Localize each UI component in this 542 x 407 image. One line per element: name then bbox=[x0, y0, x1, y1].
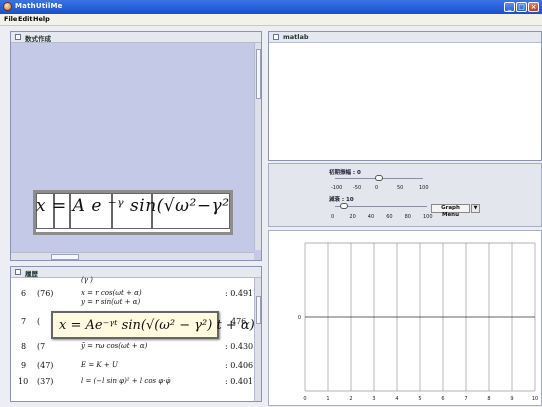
scroll-thumb[interactable] bbox=[51, 254, 79, 260]
x-tick-label: 10 bbox=[532, 396, 538, 402]
slider1-label: 初期振幅 : 0 bbox=[329, 170, 361, 176]
history-number: 7 bbox=[21, 317, 27, 326]
app-icon bbox=[3, 2, 12, 11]
history-number: 10 bbox=[18, 377, 29, 386]
history-vscroll[interactable] bbox=[254, 278, 261, 401]
history-panel: 履歴 (γ ) 6 (76) x = r cos(ωt + α) : 0.491… bbox=[10, 266, 262, 402]
history-row[interactable]: 10 (37) l = (−l sin φ)² + l cos φ·φ̇ : 0… bbox=[11, 372, 254, 391]
x-tick-label: 4 bbox=[395, 396, 398, 402]
history-expr: E = K + U bbox=[81, 361, 118, 369]
slider-tick-label: 20 bbox=[349, 214, 356, 220]
history-ref: (47) bbox=[37, 361, 54, 370]
formula-box[interactable]: x = A e ⁻ᵞ sin(√ω²−γ² t + α) bbox=[33, 190, 233, 235]
window-title: MathUtilMe bbox=[15, 2, 63, 10]
panel-checkbox[interactable] bbox=[273, 34, 279, 40]
slider2-track[interactable] bbox=[335, 206, 427, 207]
slider-tick-label: 50 bbox=[397, 185, 404, 191]
history-expr: (γ ) bbox=[81, 276, 93, 284]
minimize-button[interactable]: _ bbox=[504, 2, 515, 12]
history-row[interactable]: 8 (7 ỹ = rω cos(ωt + α) : 0.430 bbox=[11, 337, 254, 356]
formula-editor-panel: 数式作成 x = A e ⁻ᵞ sin(√ω²−γ² t + α) bbox=[10, 31, 262, 261]
slider-tick-label: 0 bbox=[331, 214, 335, 220]
slider-tick-label: 40 bbox=[367, 214, 375, 220]
graph-menu-button[interactable]: Graph Menu bbox=[431, 204, 470, 218]
history-value: : 0.401 bbox=[225, 377, 254, 386]
history-value: : 0.430 bbox=[225, 342, 254, 351]
graph-plot: 0 1 2 3 4 5 6 7 8 9 10 0 bbox=[298, 242, 538, 402]
formula-tooltip: x = Ae⁻ᵞᵗ sin(√(ω² − γ²) t + α) bbox=[51, 311, 255, 339]
history-value: : 0.406 bbox=[225, 361, 254, 370]
menu-bar: File Edit Help bbox=[0, 14, 542, 26]
x-tick-label: 8 bbox=[487, 396, 490, 402]
panel-checkbox[interactable] bbox=[15, 269, 21, 275]
history-expr: l = (−l sin φ)² + l cos φ·φ̇ bbox=[81, 377, 171, 385]
slider-tick-label: 100 bbox=[419, 185, 429, 191]
slider-tick-label: 0 bbox=[375, 185, 379, 191]
matlab-panel: matlab bbox=[268, 31, 542, 161]
close-button[interactable]: × bbox=[528, 2, 539, 12]
menu-file[interactable]: File bbox=[4, 15, 17, 23]
formula-editor-hscroll[interactable] bbox=[11, 252, 254, 260]
x-tick-label: 9 bbox=[510, 396, 513, 402]
slider-tick-label: 60 bbox=[386, 214, 393, 220]
slider1-thumb[interactable] bbox=[375, 175, 383, 181]
control-panel: 初期振幅 : 0 減衰 : 10 Graph Menu ▼ -100 -50 0 50… bbox=[268, 163, 542, 227]
formula-editor-title: 数式作成 bbox=[25, 35, 51, 43]
chevron-down-icon[interactable]: ▼ bbox=[471, 204, 480, 213]
x-tick-label: 3 bbox=[372, 396, 375, 402]
tooltip-formula: x = Ae⁻ᵞᵗ sin(√(ω² − γ²) t + α) bbox=[59, 318, 255, 333]
slider-tick-label: 100 bbox=[423, 214, 433, 220]
x-tick-label: 2 bbox=[349, 396, 352, 402]
panel-checkbox[interactable] bbox=[15, 34, 21, 40]
slider2-thumb[interactable] bbox=[340, 203, 349, 209]
slider2-label: 減衰 : 10 bbox=[329, 197, 354, 203]
slider-tick-label: 80 bbox=[404, 214, 411, 220]
formula-editor-vscroll[interactable] bbox=[254, 43, 261, 250]
scroll-thumb[interactable] bbox=[256, 49, 261, 99]
history-number: 8 bbox=[21, 342, 27, 351]
graph-panel: 0 1 2 3 4 5 6 7 8 9 10 0 bbox=[268, 230, 542, 406]
slider-tick-label: -50 bbox=[353, 185, 362, 191]
x-tick-label: 1 bbox=[326, 396, 329, 402]
x-tick-label: 0 bbox=[303, 396, 306, 402]
history-number: 9 bbox=[21, 361, 27, 370]
history-row[interactable]: y = r sin(ωt + α) bbox=[11, 296, 254, 308]
title-bar: MathUtilMe _ □ × bbox=[0, 0, 542, 14]
formula-editor-header: 数式作成 bbox=[11, 32, 261, 43]
menu-edit[interactable]: Edit bbox=[18, 15, 32, 23]
slider-tick-label: -100 bbox=[331, 185, 343, 191]
history-expr: y = r sin(ωt + α) bbox=[81, 298, 141, 306]
matlab-header: matlab bbox=[269, 32, 541, 43]
formula-text: x = A e ⁻ᵞ sin(√ω²−γ² t + α) bbox=[36, 196, 230, 216]
x-tick-label: 5 bbox=[418, 396, 421, 402]
menu-help[interactable]: Help bbox=[33, 15, 50, 23]
maximize-button[interactable]: □ bbox=[516, 2, 527, 12]
history-expr: ỹ = rω cos(ωt + α) bbox=[81, 342, 148, 350]
x-tick-label: 6 bbox=[441, 396, 444, 402]
history-ref: ( bbox=[37, 317, 41, 326]
scroll-thumb[interactable] bbox=[256, 296, 261, 324]
y-tick-label: 0 bbox=[298, 315, 301, 321]
matlab-title: matlab bbox=[283, 33, 309, 41]
history-ref: (7 bbox=[37, 342, 46, 351]
x-tick-label: 7 bbox=[464, 396, 467, 402]
history-ref: (37) bbox=[37, 377, 54, 386]
